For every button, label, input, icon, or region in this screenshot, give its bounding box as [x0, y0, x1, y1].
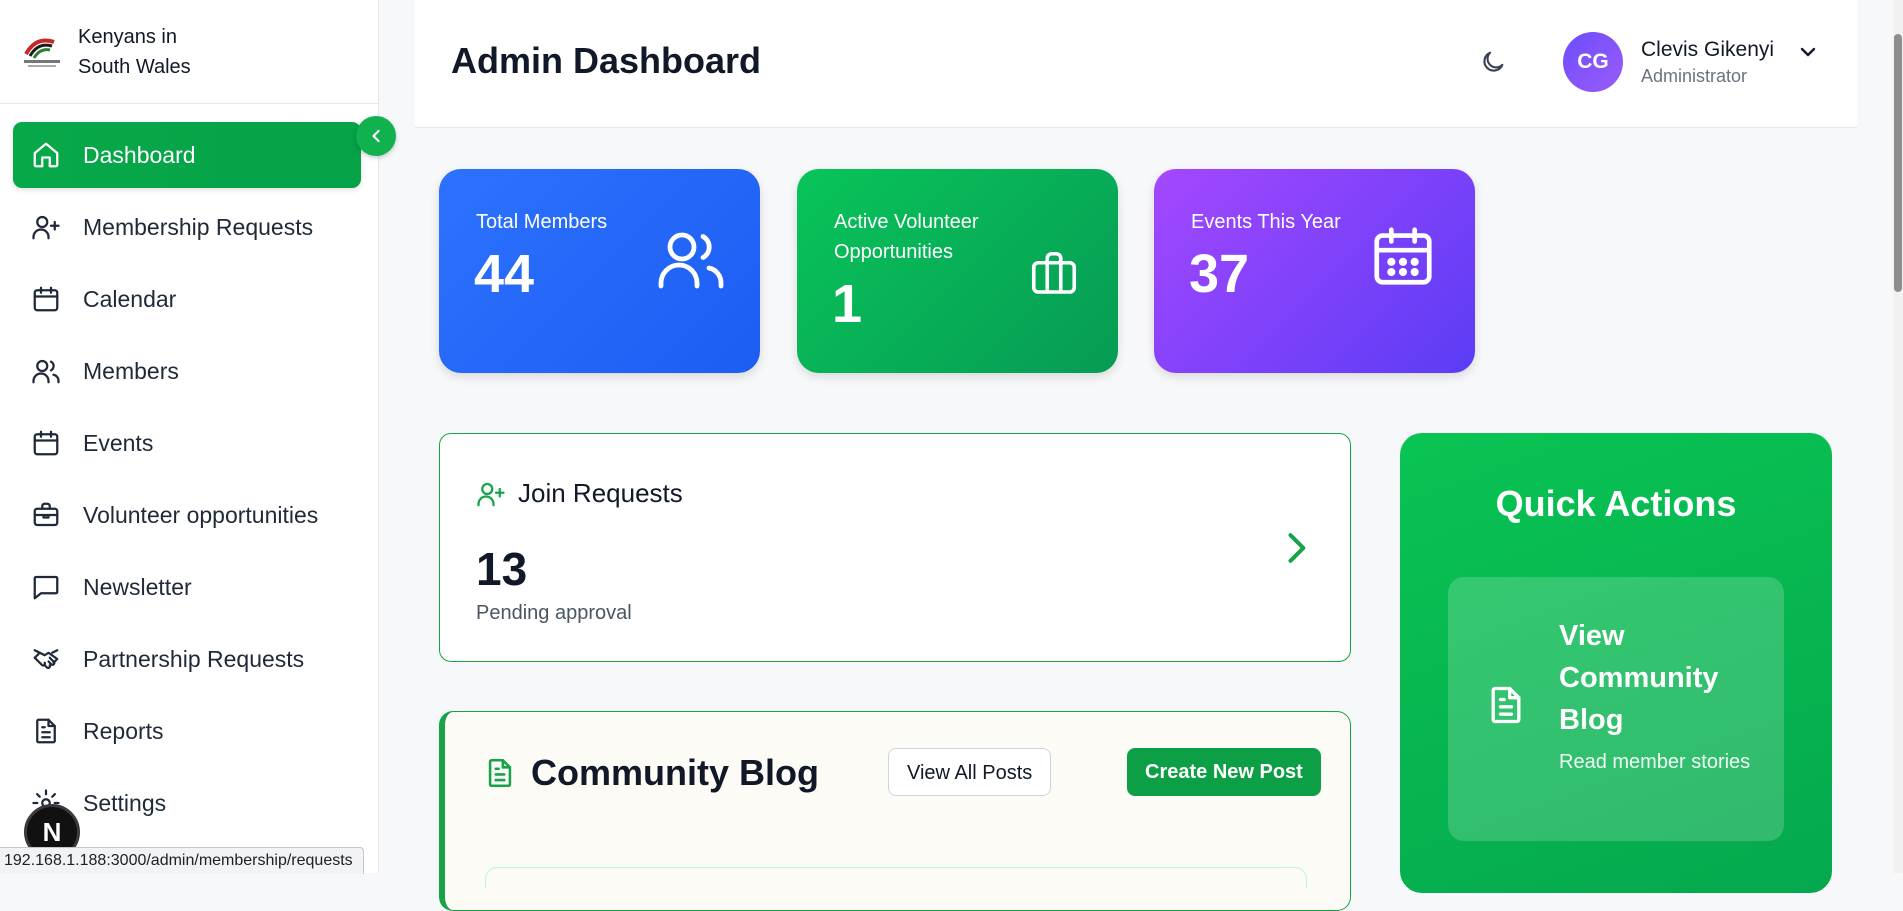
sidebar-item-label: Reports: [83, 717, 164, 744]
quick-actions-title: Quick Actions: [1495, 483, 1737, 524]
file-text-icon: [36, 718, 56, 744]
brand-logo-icon: [24, 38, 60, 67]
users-icon: [32, 359, 60, 384]
sidebar-item-label: Dashboard: [83, 141, 196, 168]
calendar-icon: [1374, 227, 1432, 285]
sidebar-item-membership-requests[interactable]: Membership Requests: [13, 194, 361, 260]
join-requests-count: 13: [476, 543, 528, 595]
community-blog-header: Community Blog: [483, 752, 819, 794]
quick-action-subtitle: Read member stories: [1559, 751, 1751, 773]
file-text-icon: [488, 758, 512, 788]
join-requests-header: Join Requests: [476, 478, 683, 509]
join-requests-title: Join Requests: [518, 478, 683, 508]
stat-value: 44: [474, 244, 535, 304]
sidebar-item-events[interactable]: Events: [13, 410, 361, 476]
sidebar-item-reports[interactable]: Reports: [13, 698, 361, 764]
page-scrollbar[interactable]: [1893, 0, 1903, 873]
sidebar-item-label: Newsletter: [83, 573, 192, 600]
user-plus-icon: [477, 482, 505, 506]
sidebar-item-calendar[interactable]: Calendar: [13, 266, 361, 332]
stat-card-volunteer-opportunities[interactable]: Active Volunteer Opportunities 1: [797, 169, 1118, 373]
theme-toggle-button[interactable]: [1475, 44, 1511, 80]
calendar-icon: [33, 430, 59, 456]
sidebar-item-label: Partnership Requests: [83, 645, 305, 672]
quick-action-title: View Community Blog: [1559, 620, 1719, 736]
sidebar-item-label: Settings: [83, 789, 167, 816]
view-all-posts-button[interactable]: View All Posts: [888, 748, 1052, 796]
scrollbar-thumb[interactable]: [1894, 34, 1902, 292]
sidebar: Kenyans in South Wales Dashboard Members…: [0, 0, 379, 873]
user-plus-icon: [32, 215, 60, 240]
top-header: Admin Dashboard CG Clevis Gikenyi Admini…: [415, 0, 1857, 128]
sidebar-item-label: Members: [83, 357, 179, 384]
stat-card-events-this-year[interactable]: Events This Year 37: [1154, 169, 1475, 373]
page-title: Admin Dashboard: [451, 40, 762, 81]
handshake-icon: [33, 649, 59, 670]
sidebar-item-volunteer-opportunities[interactable]: Volunteer opportunities: [13, 482, 361, 548]
join-requests-card[interactable]: Join Requests 13 Pending approval: [439, 433, 1351, 662]
chevron-down-icon[interactable]: [1796, 40, 1820, 64]
sidebar-item-label: Events: [83, 429, 154, 456]
join-requests-subtitle: Pending approval: [476, 602, 632, 624]
quick-action-view-community-blog[interactable]: View Community Blog Read member stories: [1448, 577, 1784, 841]
message-square-icon: [33, 575, 59, 600]
users-icon: [658, 232, 724, 289]
sidebar-item-members[interactable]: Members: [13, 338, 361, 404]
briefcase-icon: [33, 502, 59, 527]
brand-name: Kenyans in South Wales: [78, 22, 191, 82]
sidebar-item-dashboard[interactable]: Dashboard: [13, 122, 361, 188]
user-role: Administrator: [1641, 66, 1748, 86]
avatar[interactable]: CG: [1563, 32, 1623, 92]
chevron-right-icon[interactable]: [1274, 526, 1318, 570]
sidebar-item-newsletter[interactable]: Newsletter: [13, 554, 361, 620]
brand[interactable]: Kenyans in South Wales: [0, 0, 378, 104]
user-name[interactable]: Clevis Gikenyi: [1641, 38, 1774, 62]
sidebar-nav: Dashboard Membership Requests Calendar M…: [13, 122, 361, 842]
collapse-sidebar-button[interactable]: [356, 116, 396, 156]
briefcase-icon: [1031, 251, 1077, 294]
sidebar-item-label: Volunteer opportunities: [83, 501, 319, 528]
quick-actions-panel: Quick Actions View Community Blog Read m…: [1400, 433, 1832, 893]
status-bar-url: 192.168.1.188:3000/admin/membership/requ…: [0, 847, 364, 874]
stat-label: Active Volunteer Opportunities: [834, 211, 979, 263]
community-blog-title: Community Blog: [531, 752, 819, 793]
calendar-icon: [33, 286, 59, 312]
sidebar-item-label: Membership Requests: [83, 213, 314, 240]
sidebar-item-partnership-requests[interactable]: Partnership Requests: [13, 626, 361, 692]
create-new-post-button[interactable]: Create New Post: [1127, 748, 1321, 796]
chevron-left-icon: [372, 129, 380, 143]
brand-name-line1: Kenyans in: [78, 25, 177, 48]
moon-icon: [1483, 51, 1504, 72]
stat-value: 1: [832, 274, 863, 334]
file-text-icon: [1491, 686, 1521, 724]
home-icon: [33, 142, 59, 168]
stat-value: 37: [1189, 244, 1250, 304]
stat-card-total-members[interactable]: Total Members 44: [439, 169, 760, 373]
community-blog-card: Community Blog View All Posts Create New…: [439, 711, 1351, 911]
sidebar-item-label: Calendar: [83, 285, 177, 312]
brand-name-line2: South Wales: [78, 55, 191, 78]
blog-post-preview: [485, 867, 1307, 888]
